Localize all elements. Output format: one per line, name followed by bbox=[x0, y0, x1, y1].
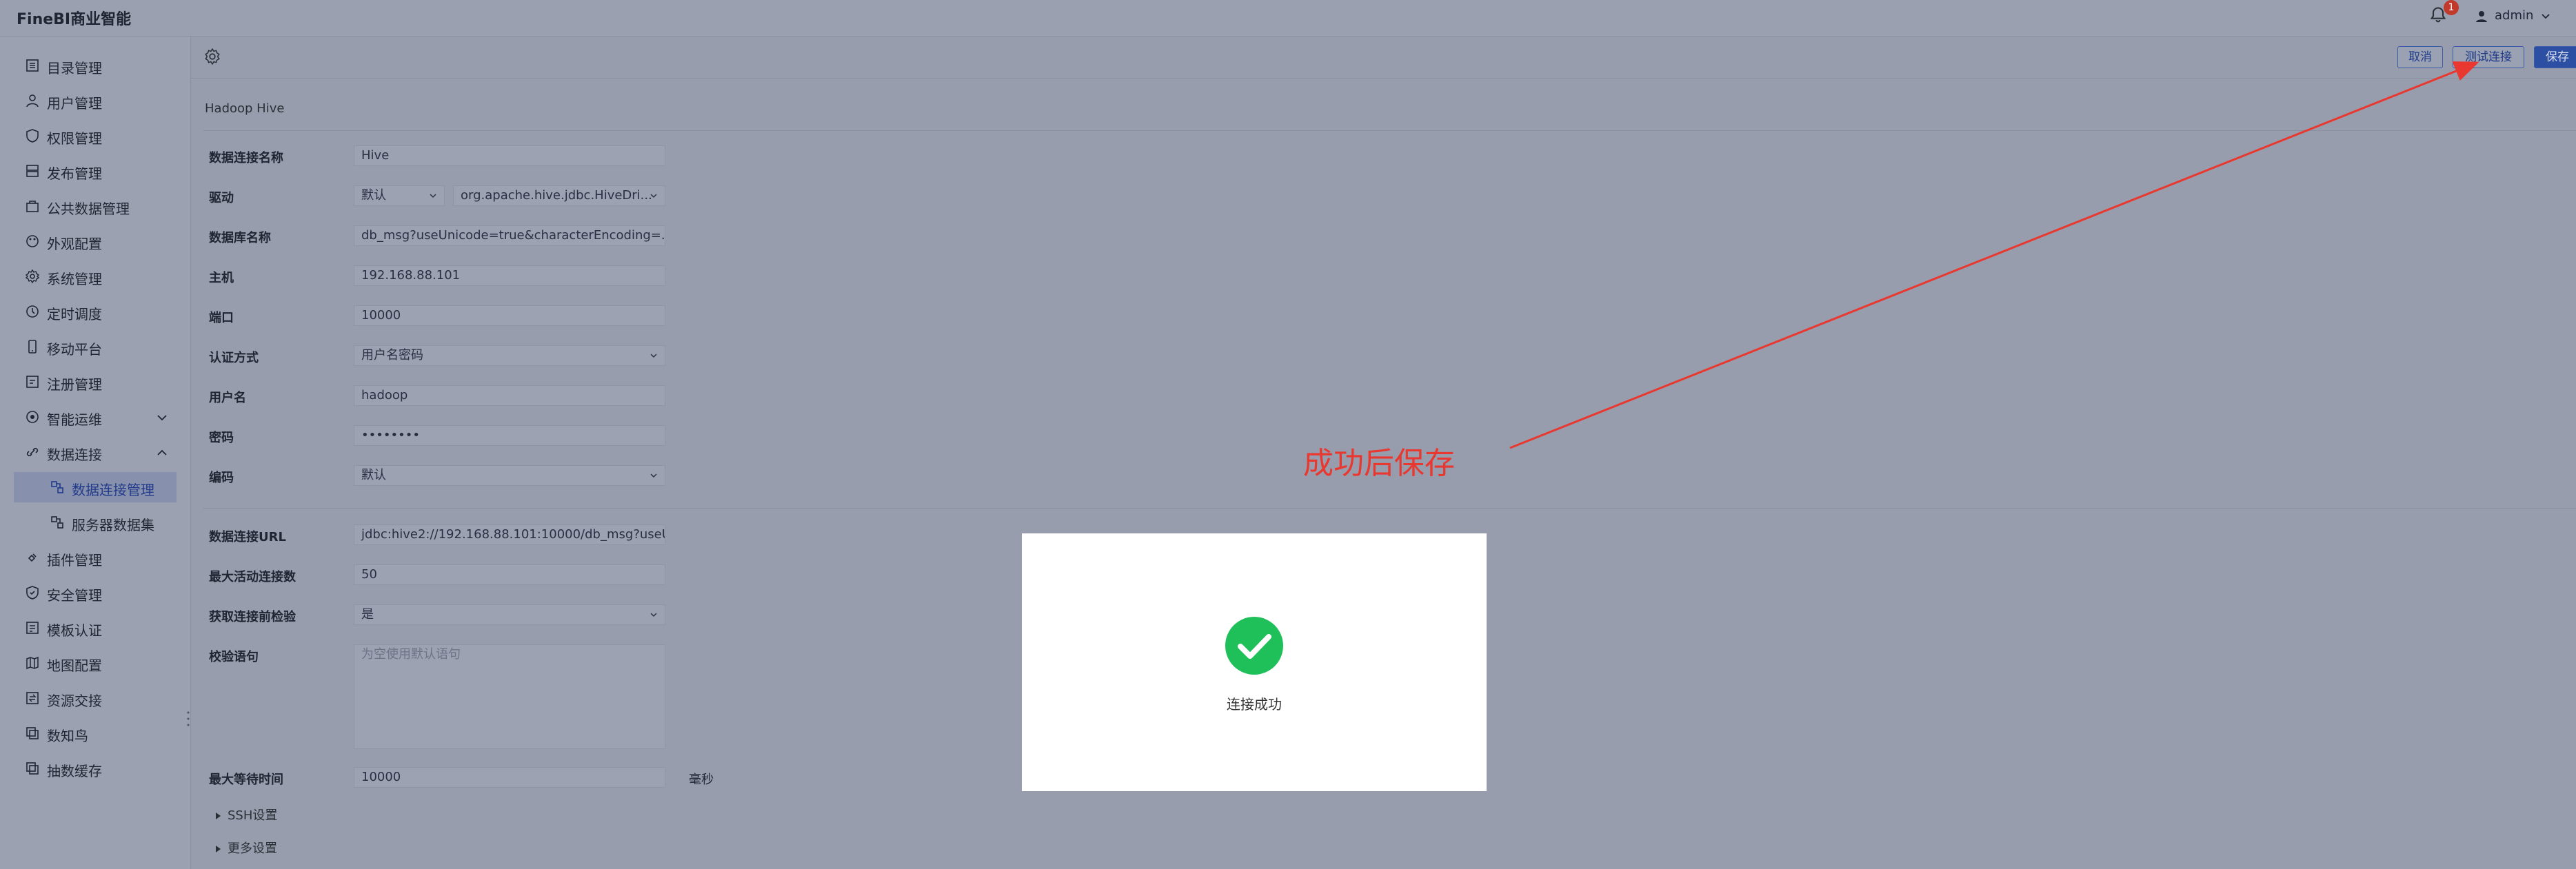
success-message: 连接成功 bbox=[1227, 696, 1282, 713]
check-circle-icon bbox=[1225, 617, 1283, 675]
success-dialog: 连接成功 bbox=[1022, 533, 1487, 791]
